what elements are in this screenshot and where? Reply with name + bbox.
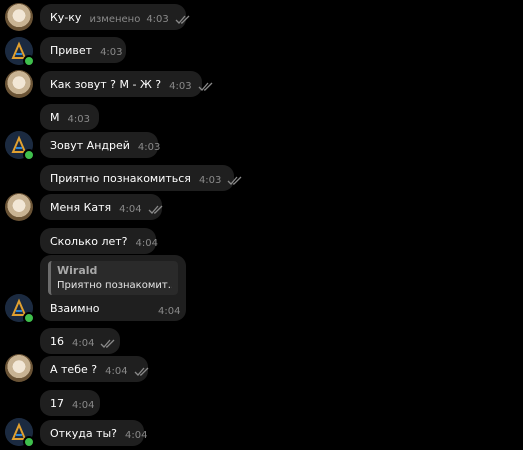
message-bubble[interactable]: Приятно познакомиться 4:03 xyxy=(40,165,242,191)
message-time: 4:03 xyxy=(169,80,192,92)
message-text: М xyxy=(50,110,60,124)
message-time: 4:04 xyxy=(72,337,95,349)
avatar-katya[interactable] xyxy=(5,70,33,98)
message-bubble[interactable]: Сколько лет? 4:04 xyxy=(40,228,158,254)
double-check-icon xyxy=(134,367,150,376)
online-indicator xyxy=(23,436,35,448)
avatar-katya[interactable] xyxy=(5,3,33,31)
online-indicator xyxy=(23,55,35,67)
double-check-icon xyxy=(100,339,116,348)
online-indicator xyxy=(23,312,35,324)
reply-quote[interactable]: Wirald Приятно познакомит... xyxy=(48,261,178,295)
avatar-katya[interactable] xyxy=(5,193,33,221)
message-time: 4:03 xyxy=(137,141,161,153)
message-time: 4:04 xyxy=(135,237,158,249)
chat-history: Ку-ку изменено 4:03 Привет 4:03 Как зову… xyxy=(0,0,523,450)
message-time: 4:04 xyxy=(158,306,181,317)
message-text: Сколько лет? xyxy=(50,234,128,248)
message-time: 4:03 xyxy=(100,46,123,58)
message-time: 4:03 xyxy=(146,13,169,25)
message-bubble[interactable]: Ку-ку изменено 4:03 xyxy=(40,4,190,30)
double-check-icon xyxy=(198,82,214,91)
message-text: Зовут Андрей xyxy=(50,138,130,152)
message-time: 4:04 xyxy=(119,203,142,215)
avatar-katya[interactable] xyxy=(5,354,33,382)
message-time: 4:04 xyxy=(72,399,95,411)
message-time: 4:03 xyxy=(67,113,90,125)
message-bubble[interactable]: 17 4:04 xyxy=(40,390,100,416)
message-bubble[interactable]: Привет 4:03 xyxy=(40,37,126,63)
double-check-icon xyxy=(227,176,243,185)
message-text: 16 xyxy=(50,334,64,348)
message-bubble[interactable]: Откуда ты? 4:04 xyxy=(40,420,148,446)
message-bubble[interactable]: Меня Катя 4:04 xyxy=(40,194,164,220)
reply-message-bubble[interactable]: Wirald Приятно познакомит... Взаимно 4:0… xyxy=(40,255,186,321)
double-check-icon xyxy=(148,205,164,214)
message-text: 17 xyxy=(50,396,64,410)
double-check-icon xyxy=(175,15,191,24)
message-text: Как зовут ? М - Ж ? xyxy=(50,77,162,91)
reply-author: Wirald xyxy=(57,264,98,277)
message-time: 4:04 xyxy=(125,429,148,441)
message-text: Меня Катя xyxy=(50,200,112,214)
message-bubble[interactable]: Как зовут ? М - Ж ? 4:03 xyxy=(40,71,213,97)
message-time: 4:03 xyxy=(198,174,222,186)
message-bubble[interactable]: А тебе ? 4:04 xyxy=(40,356,150,382)
message-bubble[interactable]: Зовут Андрей 4:03 xyxy=(40,132,161,158)
online-indicator xyxy=(23,149,35,161)
message-bubble[interactable]: М 4:03 xyxy=(40,104,99,130)
message-text: А тебе ? xyxy=(50,362,98,376)
message-text: Откуда ты? xyxy=(50,426,117,440)
edited-label: изменено xyxy=(89,13,141,25)
message-text: Приятно познакомиться xyxy=(50,171,191,185)
message-bubble[interactable]: 16 4:04 xyxy=(40,328,120,354)
message-text: Ку-ку xyxy=(50,10,82,24)
message-text: Взаимно xyxy=(50,302,100,315)
reply-quoted-text: Приятно познакомит... xyxy=(57,280,172,291)
message-time: 4:04 xyxy=(105,365,128,377)
message-text: Привет xyxy=(50,43,93,57)
